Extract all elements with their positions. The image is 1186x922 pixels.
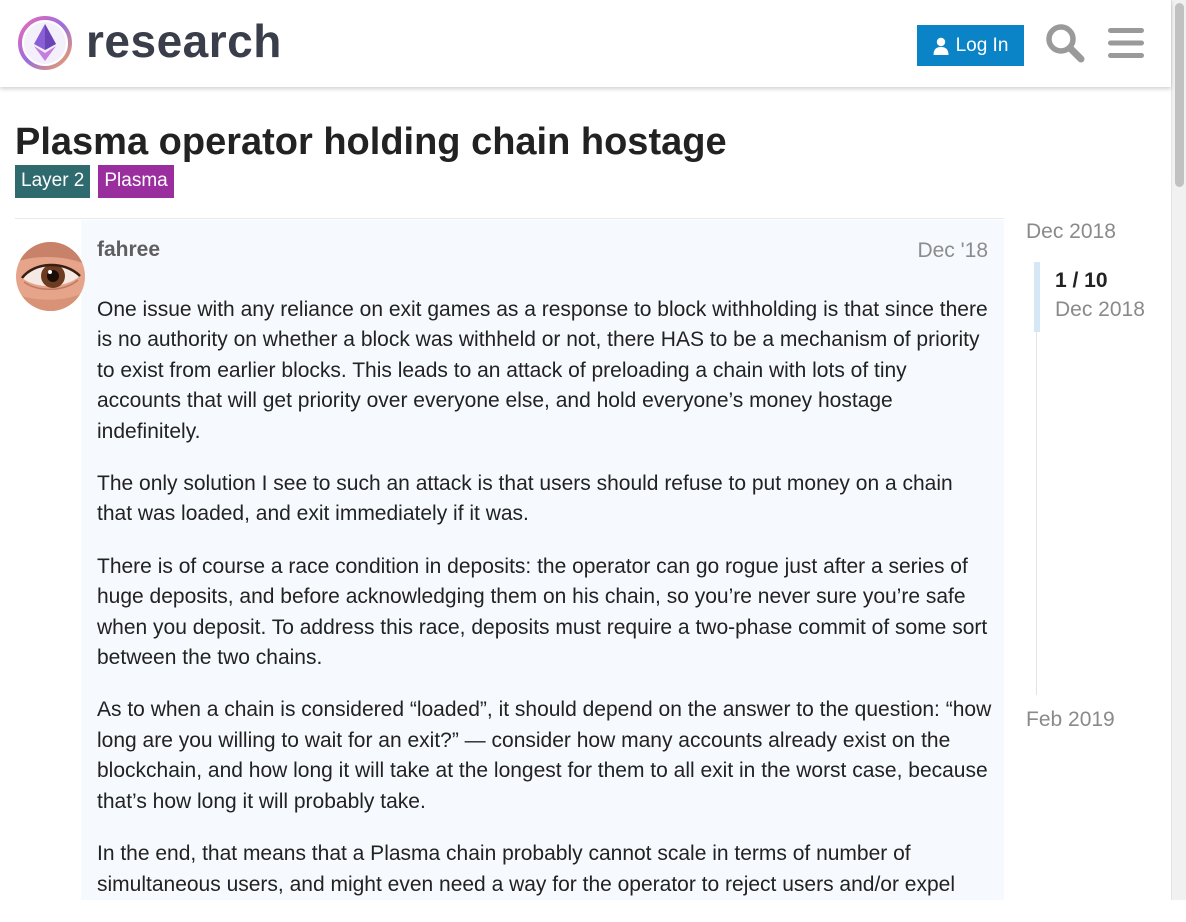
- page-scrollbar[interactable]: [1171, 0, 1186, 900]
- post-date[interactable]: Dec '18: [917, 239, 988, 263]
- topic-title[interactable]: Plasma operator holding chain hostage: [15, 118, 727, 166]
- post-content: One issue with any reliance on exit game…: [97, 295, 992, 922]
- title-divider: [15, 218, 1004, 219]
- site-logo[interactable]: research: [16, 14, 282, 72]
- timeline-end-date[interactable]: Feb 2019: [1026, 708, 1115, 732]
- hamburger-menu-button[interactable]: [1104, 22, 1148, 64]
- post-paragraph: As to when a chain is considered “loaded…: [97, 698, 992, 813]
- ethereum-research-logo: [18, 16, 72, 70]
- timeline-post-position: 1 / 10: [1055, 269, 1108, 292]
- logo-text: research: [86, 15, 282, 67]
- timeline-scroller-handle[interactable]: [1034, 262, 1040, 332]
- login-button[interactable]: Log In: [917, 25, 1024, 66]
- post-paragraph: There is of course a race condition in d…: [97, 554, 988, 670]
- search-button[interactable]: [1042, 20, 1088, 66]
- hamburger-menu-icon: [1108, 28, 1144, 58]
- post-paragraph: One issue with any reliance on exit game…: [97, 298, 988, 443]
- topic-tags: Layer 2 Plasma: [15, 165, 182, 198]
- search-icon: [1046, 24, 1085, 63]
- tag-plasma[interactable]: Plasma: [98, 165, 174, 198]
- avatar[interactable]: [16, 242, 85, 311]
- post-author-username[interactable]: fahree: [97, 238, 160, 262]
- eye-avatar-image: [16, 242, 85, 311]
- user-icon: [933, 37, 949, 55]
- timeline-start-date[interactable]: Dec 2018: [1026, 220, 1116, 244]
- site-header: research Log In: [0, 0, 1171, 87]
- post-paragraph: In the end, that means that a Plasma cha…: [97, 842, 955, 896]
- scrollbar-thumb[interactable]: [1175, 3, 1184, 187]
- post-paragraph: The only solution I see to such an attac…: [97, 472, 953, 526]
- timeline-current-date: Dec 2018: [1055, 298, 1145, 321]
- login-label: Log In: [955, 34, 1009, 56]
- tag-layer-2[interactable]: Layer 2: [15, 165, 91, 198]
